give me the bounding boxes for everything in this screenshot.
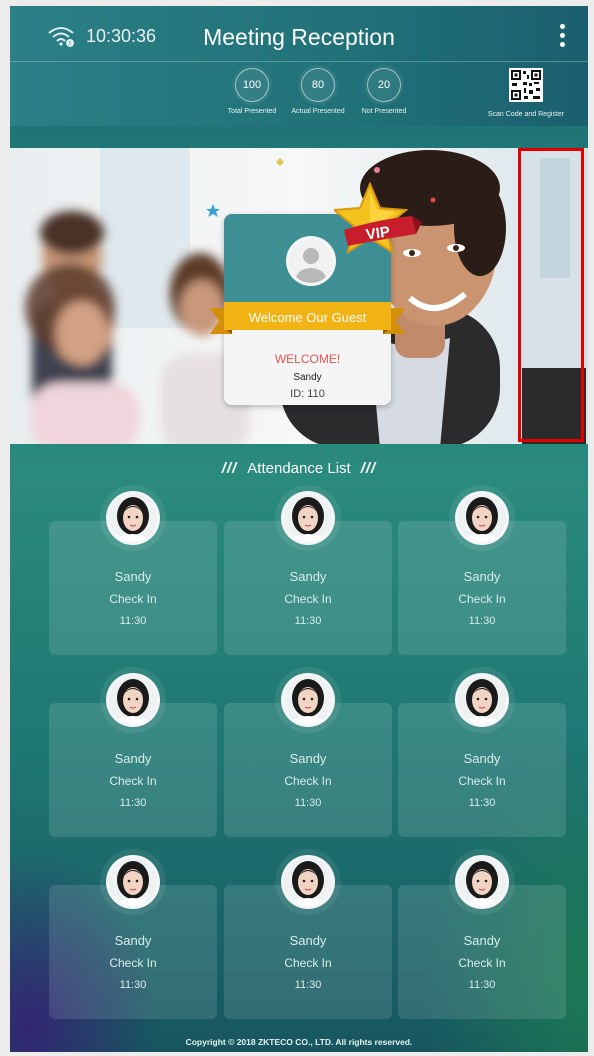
attendee-name: Sandy (114, 933, 152, 948)
attendee-time: 11:30 (468, 979, 496, 991)
attendance-card[interactable]: Sandy Check In 11:30 (224, 491, 392, 655)
page-title: Meeting Reception (203, 24, 395, 50)
attendee-photo (281, 673, 335, 727)
attendee-photo (281, 855, 335, 909)
user-icon (289, 239, 333, 283)
stat-value: 100 (235, 68, 269, 102)
title-decoration-right: /// (360, 460, 377, 477)
guest-id: ID: 110 (290, 388, 325, 400)
attendee-status: Check In (284, 956, 332, 970)
top-bar: ! 10:30:36 Meeting Reception 100 Total P… (10, 6, 588, 126)
attendee-name: Sandy (114, 751, 152, 766)
stat-value: 80 (301, 68, 335, 102)
attendance-card[interactable]: Sandy Check In 11:30 (49, 491, 217, 655)
attendee-photo (106, 491, 160, 545)
attendee-status: Check In (109, 956, 157, 970)
vip-badge-text: VIP (365, 223, 391, 243)
attendance-card[interactable]: Sandy Check In 11:30 (224, 673, 392, 837)
stat-not-presented: 20 Not Presented (339, 68, 429, 115)
attendee-name: Sandy (289, 751, 327, 766)
qr-code-icon (509, 68, 543, 102)
attendee-name: Sandy (463, 751, 501, 766)
attendee-time: 11:30 (119, 615, 147, 627)
attendance-card[interactable]: Sandy Check In 11:30 (49, 855, 217, 1019)
attendee-photo (106, 855, 160, 909)
attendance-card[interactable]: Sandy Check In 11:30 (398, 491, 566, 655)
attendee-photo (281, 491, 335, 545)
attendee-name: Sandy (114, 569, 152, 584)
header-divider (10, 61, 588, 62)
attendee-name: Sandy (289, 569, 327, 584)
scan-register-button[interactable]: Scan Code and Register (476, 68, 576, 118)
attendee-status: Check In (284, 592, 332, 606)
stat-label: Not Presented (361, 108, 407, 115)
attendee-status: Check In (284, 774, 332, 788)
welcome-greeting: WELCOME! (274, 352, 341, 366)
attendance-card[interactable]: Sandy Check In 11:30 (224, 855, 392, 1019)
attendee-photo (455, 673, 509, 727)
attendee-status: Check In (109, 592, 157, 606)
attendee-status: Check In (458, 956, 506, 970)
attendance-card[interactable]: Sandy Check In 11:30 (398, 855, 566, 1019)
attendee-photo (455, 855, 509, 909)
attendee-name: Sandy (463, 569, 501, 584)
attendee-photo (455, 491, 509, 545)
scan-register-label: Scan Code and Register (487, 111, 565, 118)
attendee-name: Sandy (463, 933, 501, 948)
attendee-status: Check In (458, 774, 506, 788)
guest-avatar (286, 236, 336, 286)
welcome-banner: Welcome Our Guest WELCOME! Sandy ID: 110… (10, 148, 588, 444)
highlight-box (518, 148, 584, 442)
attendance-title-text: Attendance List (247, 460, 351, 477)
attendee-time: 11:30 (119, 797, 147, 809)
stat-value: 20 (367, 68, 401, 102)
footer-copyright: Copyright © 2018 ZKTECO CO., LTD. All ri… (185, 1037, 413, 1047)
title-decoration-left: /// (221, 460, 238, 477)
attendance-card[interactable]: Sandy Check In 11:30 (398, 673, 566, 837)
device-screen: ! 10:30:36 Meeting Reception 100 Total P… (0, 0, 594, 1056)
guest-name: Sandy (293, 372, 322, 383)
attendee-time: 11:30 (294, 979, 322, 991)
attendee-status: Check In (109, 774, 157, 788)
attendee-time: 11:30 (294, 797, 322, 809)
more-vertical-icon[interactable] (554, 22, 570, 50)
welcome-ribbon-text: Welcome Our Guest (248, 310, 367, 325)
attendance-title: /// Attendance List /// (10, 460, 588, 477)
attendee-status: Check In (458, 592, 506, 606)
attendee-name: Sandy (289, 933, 327, 948)
attendee-photo (106, 673, 160, 727)
attendance-card[interactable]: Sandy Check In 11:30 (49, 673, 217, 837)
attendee-time: 11:30 (294, 615, 322, 627)
attendee-time: 11:30 (468, 615, 496, 627)
attendee-time: 11:30 (468, 797, 496, 809)
vip-badge: VIP (334, 182, 422, 255)
attendee-time: 11:30 (119, 979, 147, 991)
